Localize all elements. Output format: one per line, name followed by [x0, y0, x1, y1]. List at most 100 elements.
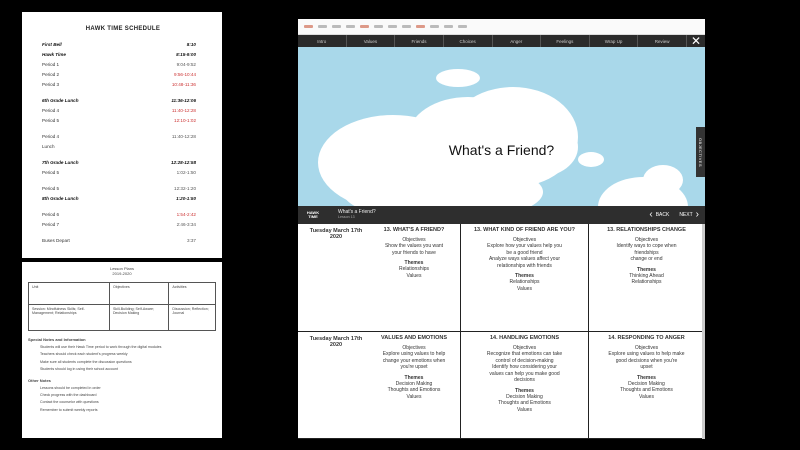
- bookmark-icon[interactable]: [444, 25, 453, 28]
- objective-line: change or end: [630, 256, 663, 262]
- nav-item[interactable]: Friends: [395, 35, 444, 47]
- schedule-time: 1:54-2:42: [176, 212, 196, 217]
- chevron-right-icon: ›: [695, 209, 699, 220]
- bookmark-icon[interactable]: [402, 25, 411, 28]
- schedule-time: 12:32-1:20: [174, 186, 196, 191]
- theme-line: Relationships: [631, 279, 662, 285]
- bookmark-icon[interactable]: [458, 25, 467, 28]
- table-header: Objectives: [108, 282, 170, 305]
- table-cell: Session: Mindfulness Skills; Self-Manage…: [28, 304, 110, 331]
- next-label: NEXT: [679, 212, 693, 218]
- table-cell: Skill-Building; Self-Aware; Decision Mak…: [108, 304, 170, 331]
- objective-line: you're upset: [400, 364, 428, 370]
- schedule-period: Period 5: [42, 186, 60, 191]
- lesson-cell[interactable]: 13. WHAT KIND OF FRIEND ARE YOU? Objectiv…: [461, 224, 589, 332]
- lesson-content: 13. WHAT KIND OF FRIEND ARE YOU? Objectiv…: [463, 227, 586, 292]
- schedule-row: Period 6 1:54-2:42: [34, 212, 212, 222]
- nav-item[interactable]: Wrap Up: [590, 35, 639, 47]
- lesson-cell[interactable]: 13. RELATIONSHIPS CHANGE Objectives Identi…: [589, 224, 704, 332]
- schedule-row: 8th Grade Lunch 1:20-1:50: [34, 196, 212, 206]
- objective-line: decisions: [514, 377, 535, 383]
- theme-line: Values: [406, 272, 422, 279]
- bookmark-icon[interactable]: [388, 25, 397, 28]
- schedule-period: Period 2: [42, 72, 60, 77]
- lesson-cell[interactable]: Tuesday March 17th 2020 VALUES AND EMOTIO…: [298, 332, 461, 439]
- schedule-row: Hawk Time 8:15-9:00: [34, 52, 212, 62]
- bookmark-icon[interactable]: [318, 25, 327, 28]
- lesson-title: 13. RELATIONSHIPS CHANGE: [607, 227, 686, 233]
- schedule-row: Period 4 11:40-12:28: [34, 108, 212, 118]
- schedule-title: HAWK TIME SCHEDULE: [85, 26, 161, 32]
- bookmark-icon[interactable]: [416, 25, 425, 28]
- nav-item[interactable]: Values: [347, 35, 396, 47]
- lesson-date: Tuesday March 17th 2020: [309, 336, 363, 348]
- schedule-time: 11:40-12:28: [171, 134, 196, 139]
- close-icon[interactable]: ✕: [687, 35, 705, 47]
- schedule-time: 8:10: [186, 42, 196, 47]
- bookmarks-bar: [298, 19, 705, 35]
- lesson-content: VALUES AND EMOTIONS Objectives Explore usi…: [370, 335, 458, 400]
- schedule-row: Period 5 12:32-1:20: [34, 186, 212, 196]
- schedule-period: First Bell: [42, 42, 62, 47]
- lesson-content: 13. RELATIONSHIPS CHANGE Objectives Identi…: [591, 227, 702, 286]
- table-cell: Discussion; Reflection; Journal: [168, 304, 216, 331]
- nav-item[interactable]: Anger: [493, 35, 542, 47]
- lesson-title: 14. HANDLING EMOTIONS: [489, 335, 560, 341]
- schedule-time: 2:46-3:34: [176, 222, 196, 227]
- schedule-period: Period 4: [42, 108, 60, 113]
- nav-item[interactable]: Review: [638, 35, 687, 47]
- nav-item[interactable]: Intro: [298, 35, 347, 47]
- schedule-document: HAWK TIME SCHEDULE First Bell 8:10 Hawk Ti…: [22, 12, 222, 258]
- bookmark-icon[interactable]: [430, 25, 439, 28]
- schedule-time: 12:28-12:58: [170, 160, 196, 165]
- slide-stage: What's a Friend? OBJECTIVES: [298, 47, 705, 206]
- lesson-content: 13. WHAT'S A FRIEND? Objectives Show the v…: [370, 227, 458, 279]
- nav-item[interactable]: Choices: [444, 35, 493, 47]
- track-subtitle: Lesson 13: [338, 215, 355, 219]
- schedule-period: 6th Grade Lunch: [42, 98, 79, 103]
- back-button[interactable]: ‹ BACK: [649, 210, 669, 220]
- schedule-period: Period 5: [42, 170, 60, 175]
- schedule-period: Period 1: [42, 62, 60, 67]
- lesson-grid: Tuesday March 17th 2020 13. WHAT'S A FRIE…: [298, 224, 705, 439]
- schedule-row: 6th Grade Lunch 11:36-12:06: [34, 98, 212, 108]
- schedule-row: Period 4 11:40-12:28: [34, 134, 212, 144]
- lesson-date: Tuesday March 17th 2020: [309, 228, 363, 240]
- cloud-graphic: [643, 165, 683, 195]
- schedule-period: Period 6: [42, 212, 60, 217]
- schedule-time: 3:37: [187, 238, 196, 243]
- schedule-period: 7th Grade Lunch: [42, 160, 79, 165]
- objective-line: your friends to have: [392, 249, 436, 256]
- next-button[interactable]: NEXT ›: [679, 210, 699, 220]
- back-label: BACK: [655, 212, 670, 218]
- nav-item[interactable]: Feelings: [541, 35, 590, 47]
- chevron-left-icon: ‹: [649, 209, 653, 220]
- bookmark-icon[interactable]: [360, 25, 369, 28]
- schedule-row: Buses Depart 3:37: [34, 238, 212, 248]
- schedule-row: Period 1 9:04-9:52: [34, 62, 212, 72]
- bookmark-icon[interactable]: [332, 25, 341, 28]
- bookmark-icon[interactable]: [346, 25, 355, 28]
- schedule-period: Hawk Time: [42, 52, 66, 57]
- schedule-time: 12:10-1:02: [174, 118, 196, 123]
- cloud-graphic: [436, 69, 480, 87]
- bookmark-icon[interactable]: [374, 25, 383, 28]
- lesson-title: 13. WHAT KIND OF FRIEND ARE YOU?: [473, 227, 576, 233]
- schedule-time: 1:20-1:50: [176, 196, 196, 201]
- objectives-tab[interactable]: OBJECTIVES: [696, 127, 705, 177]
- lesson-cell[interactable]: 14. RESPONDING TO ANGER Objectives Explore…: [589, 332, 704, 439]
- bookmark-icon[interactable]: [304, 25, 313, 28]
- schedule-time: 9:56-10:44: [174, 72, 196, 77]
- schedule-time: 9:04-9:52: [176, 62, 196, 67]
- lesson-cell[interactable]: 14. HANDLING EMOTIONS Objectives Recognize…: [461, 332, 589, 439]
- objective-line: upset: [640, 364, 653, 370]
- lesson-app-window: Intro Values Friends Choices Anger Feeli…: [298, 19, 705, 439]
- theme-line: Values: [406, 393, 422, 400]
- theme-line: Values: [639, 393, 654, 400]
- notes-heading: Special Notes and Information: [28, 337, 86, 342]
- schedule-time: 11:40-12:28: [171, 108, 196, 113]
- note-bullet: Make sure all students complete the disc…: [40, 359, 132, 364]
- schedule-period: Lunch: [42, 144, 55, 149]
- lesson-cell[interactable]: Tuesday March 17th 2020 13. WHAT'S A FRIE…: [298, 224, 461, 332]
- scrollbar[interactable]: [702, 224, 705, 439]
